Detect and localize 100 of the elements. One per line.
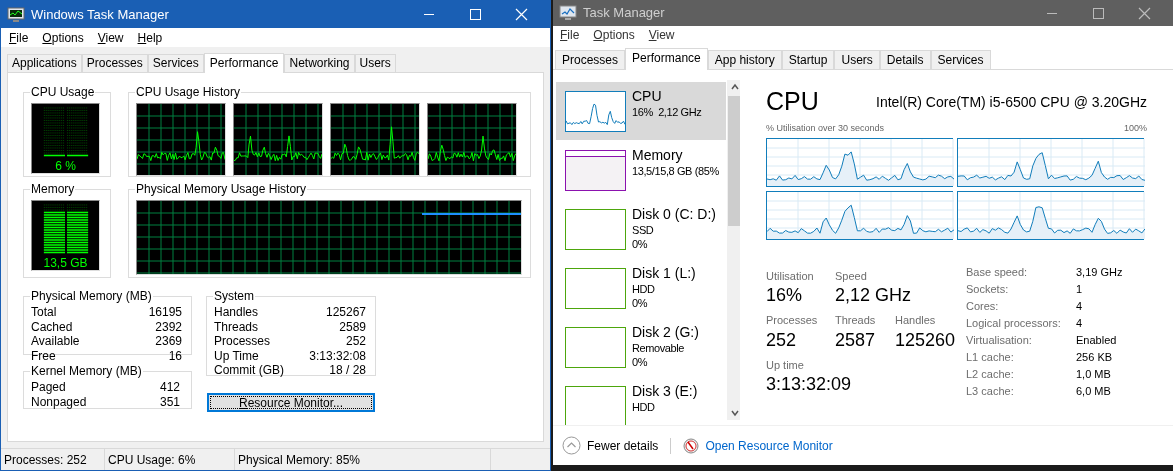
stat-label: Up Time	[214, 348, 259, 363]
fewer-details-button[interactable]: Fewer details	[587, 436, 659, 455]
stat-value: 3:13:32:09	[766, 373, 852, 395]
item-name: Disk 0 (C: D:)	[632, 205, 716, 223]
group-title: Kernel Memory (MB)	[30, 363, 143, 380]
status-text: Processes: 252	[4, 451, 87, 469]
monitor-icon	[7, 6, 25, 23]
item-name: Memory	[632, 146, 684, 164]
group-title: CPU Usage	[30, 84, 96, 101]
sidebar-item[interactable]: Disk 0 (C: D:) SSD 0%	[556, 200, 726, 258]
chevron-up-circle-icon[interactable]	[562, 436, 581, 455]
meter-reading: 13,5 GB	[43, 256, 88, 270]
menu-item[interactable]: File	[9, 28, 29, 47]
menu-item[interactable]: View	[97, 28, 124, 47]
stat-label: Commit (GB)	[214, 363, 284, 378]
stat-label: Handles	[214, 305, 259, 320]
spec-label: Base speed:	[966, 264, 1029, 280]
sidebar-item[interactable]: Disk 1 (L:) HDD 0%	[556, 259, 726, 317]
tab[interactable]: Users	[354, 54, 396, 72]
stat-value: 2,12 GHz	[835, 284, 912, 306]
group-title: Physical Memory Usage History	[135, 181, 308, 198]
spec-value: 256 KB	[1076, 349, 1114, 365]
item-name: Disk 3 (E:)	[632, 382, 698, 400]
stat-label: Cached	[31, 319, 73, 334]
spec-label: Cores:	[966, 298, 1000, 314]
group-title: Physical Memory (MB)	[30, 288, 153, 305]
spec-label: L2 cache:	[966, 366, 1015, 382]
resource-monitor-button[interactable]: Resource Monitor...	[207, 393, 375, 412]
spec-label: Sockets:	[966, 281, 1010, 297]
menu-item[interactable]: File	[560, 26, 580, 44]
item-name: Disk 2 (G:)	[632, 323, 699, 341]
stat-label: Paged	[31, 380, 66, 395]
spec-label: L3 cache:	[966, 383, 1015, 399]
menu-item[interactable]: Options	[593, 26, 635, 44]
stat-label: Up time	[766, 357, 805, 373]
tab[interactable]: Startup	[781, 50, 835, 69]
item-detail: 13,5/15,8 GB (85%	[632, 164, 719, 178]
sidebar-item[interactable]: Disk 3 (E:) HDD	[556, 377, 726, 425]
spec-value: 4	[1076, 298, 1084, 314]
tab[interactable]: Processes	[81, 54, 148, 72]
sidebar-item[interactable]: CPU 16% 2,12 GHz	[556, 82, 726, 140]
group-title: CPU Usage History	[135, 84, 242, 101]
resource-monitor-link[interactable]: Open Resource Monitor	[705, 436, 833, 455]
tab[interactable]: Services	[147, 54, 204, 72]
menu-item[interactable]: View	[648, 26, 675, 44]
sidebar-item[interactable]: Disk 2 (G:) Removable 0%	[556, 318, 726, 376]
item-detail: HDD	[632, 282, 656, 296]
tab[interactable]: Services	[930, 50, 991, 69]
stat-value: 412	[159, 380, 180, 395]
item-detail: 16% 2,12 GHz	[632, 105, 702, 119]
window-title: Windows Task Manager	[31, 5, 170, 24]
meter-reading: 6 %	[55, 159, 76, 173]
stat-value: 252	[766, 328, 798, 351]
spec-value: 4	[1076, 315, 1084, 331]
scroll-thumb[interactable]	[727, 96, 740, 226]
item-detail: 0%	[632, 355, 649, 369]
stat-value: 125267	[325, 305, 366, 320]
stat-label: Utilisation	[766, 268, 815, 284]
spec-label: Virtualisation:	[966, 332, 1033, 348]
spec-value: 3,19 GHz	[1076, 264, 1123, 280]
tab[interactable]: Performance	[625, 48, 708, 70]
item-name: CPU	[632, 87, 663, 105]
item-detail: 0%	[632, 237, 649, 251]
stat-value: 2589	[339, 319, 366, 334]
gauge-icon	[683, 437, 700, 454]
menu-item[interactable]: Options	[42, 28, 84, 47]
graph-max: 100%	[1123, 122, 1147, 135]
stat-value: 252	[345, 334, 366, 349]
status-text: CPU Usage: 6%	[108, 451, 196, 469]
spec-value: 1	[1076, 281, 1084, 297]
stat-value: 125260	[895, 328, 956, 351]
tab[interactable]: Applications	[7, 54, 82, 72]
monitor-icon	[559, 5, 577, 21]
stat-label: Speed	[835, 268, 868, 284]
stat-label: Processes	[766, 313, 819, 328]
stat-value: 16	[168, 348, 182, 363]
graph-caption: % Utilisation over 30 seconds	[766, 122, 885, 135]
tab[interactable]: Users	[834, 50, 880, 69]
tab[interactable]: Processes	[555, 50, 626, 69]
menu-item[interactable]: Help	[137, 28, 163, 47]
tab[interactable]: Performance	[203, 53, 285, 73]
spec-label: L1 cache:	[966, 349, 1015, 365]
window-title: Task Manager	[583, 4, 666, 23]
stat-label: Nonpaged	[31, 394, 87, 409]
stat-label: Threads	[835, 313, 877, 328]
spec-value: 1,0 MB	[1076, 366, 1112, 382]
item-detail: SSD	[632, 223, 655, 237]
spec-value: Enabled	[1076, 332, 1118, 348]
stat-value: 351	[159, 394, 180, 409]
tab[interactable]: Details	[879, 50, 931, 69]
stat-label: Free	[31, 348, 56, 363]
tab[interactable]: App history	[707, 50, 782, 69]
tab[interactable]: Networking	[284, 54, 355, 72]
stat-label: Threads	[214, 319, 259, 334]
item-detail: HDD	[632, 400, 656, 414]
stat-label: Handles	[895, 313, 937, 328]
item-name: Disk 1 (L:)	[632, 264, 696, 282]
sidebar-item[interactable]: Memory 13,5/15,8 GB (85%	[556, 141, 726, 199]
stat-label: Available	[31, 334, 80, 349]
spec-label: Logical processors:	[966, 315, 1062, 331]
